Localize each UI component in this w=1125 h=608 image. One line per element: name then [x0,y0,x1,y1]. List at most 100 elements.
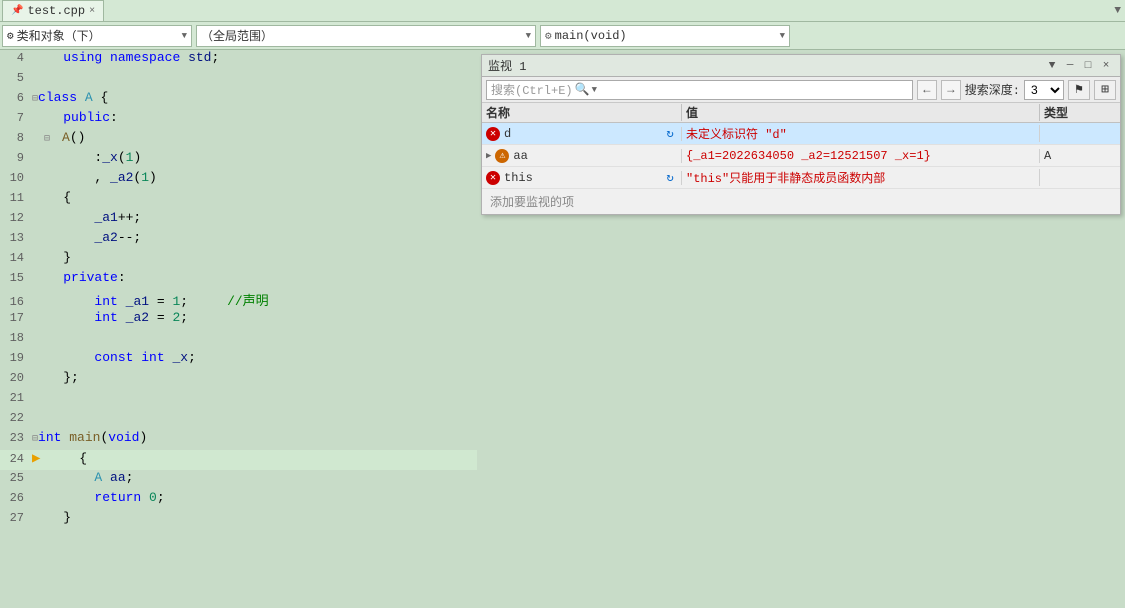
code-line-16[interactable]: 16 int _a1 = 1; //声明 [0,290,477,310]
line-number-12: 12 [0,211,32,225]
line-content-19: const int _x; [32,350,477,365]
col-type-header: 类型 [1040,104,1120,121]
refresh-icon-this[interactable]: ↻ [663,171,677,185]
watch-search-field[interactable]: 搜索(Ctrl+E) 🔍 ▼ [486,80,913,100]
line-number-27: 27 [0,511,32,525]
function-dropdown[interactable]: ⚙ main(void) ▼ [540,25,790,47]
error-icon-this: ✕ [486,171,500,185]
code-line-22[interactable]: 22 [0,410,477,430]
line-content-5 [32,70,477,85]
line-number-20: 20 [0,371,32,385]
scope-dropdown-label: （全局范围） [201,27,273,44]
class-dropdown-icon: ⚙ [7,29,14,43]
line-content-10: , _a2(1) [32,170,477,185]
class-dropdown[interactable]: ⚙ 类和对象（下） ▼ [2,25,192,47]
search-forward-btn[interactable]: → [941,80,961,100]
depth-select[interactable]: 3 1 2 4 5 [1024,80,1064,100]
line-content-17: int _a2 = 2; [32,310,477,325]
code-line-20[interactable]: 20 }; [0,370,477,390]
watch-panel: 监视 1 ▼ ─ □ × 搜索(Ctrl+E) 🔍 ▼ ← → 搜索深度: 3 … [481,54,1121,215]
code-line-18[interactable]: 18 [0,330,477,350]
watch-row-d[interactable]: ✕ d ↻ 未定义标识符 "d" [482,123,1120,145]
watch-btn-2[interactable]: ⊞ [1094,80,1116,100]
line-content-21 [32,390,477,405]
line-content-6: ⊟class A { [32,90,477,105]
code-line-7[interactable]: 7 public: [0,110,477,130]
line-content-25: A aa; [32,470,477,485]
class-dropdown-label: 类和对象（下） [17,27,101,44]
code-line-14[interactable]: 14 } [0,250,477,270]
code-lines: 4 using namespace std;5 6⊟class A {7 pub… [0,50,477,530]
refresh-icon-d[interactable]: ↻ [663,127,677,141]
watch-cell-name-this: ✕ this ↻ [482,171,682,185]
line-number-7: 7 [0,111,32,125]
watch-btn-1[interactable]: ⚑ [1068,80,1090,100]
line-content-18 [32,330,477,345]
function-dropdown-icon: ⚙ [545,29,552,43]
code-line-5[interactable]: 5 [0,70,477,90]
line-number-5: 5 [0,71,32,85]
watch-table: 名称 值 类型 ✕ d ↻ 未定义标识符 "d" ▶ ⚠ aa [482,103,1120,214]
code-line-15[interactable]: 15 private: [0,270,477,290]
watch-value-this: "this"只能用于非静态成员函数内部 [682,169,1040,186]
watch-title: 监视 1 [488,57,1042,74]
scope-dropdown-arrow: ▼ [526,31,531,41]
code-line-8[interactable]: 8 ⊟ A() [0,130,477,150]
tab-pin-icon: 📌 [11,5,23,17]
line-content-22 [32,410,477,425]
col-name-header: 名称 [482,104,682,121]
tab-bar-scroll[interactable]: ▼ [1114,5,1125,17]
code-line-10[interactable]: 10 , _a2(1) [0,170,477,190]
line-number-13: 13 [0,231,32,245]
toolbar-row: ⚙ 类和对象（下） ▼ （全局范围） ▼ ⚙ main(void) ▼ [0,22,1125,50]
code-line-13[interactable]: 13 _a2--; [0,230,477,250]
expand-icon-aa[interactable]: ▶ [486,151,491,161]
watch-type-aa: A [1040,149,1120,163]
watch-row-this[interactable]: ✕ this ↻ "this"只能用于非静态成员函数内部 [482,167,1120,189]
code-line-9[interactable]: 9 :_x(1) [0,150,477,170]
code-line-19[interactable]: 19 const int _x; [0,350,477,370]
line-number-14: 14 [0,251,32,265]
code-line-23[interactable]: 23⊟int main(void) [0,430,477,450]
code-line-26[interactable]: 26 return 0; [0,490,477,510]
watch-add-row[interactable]: 添加要监视的项 [482,189,1120,214]
scope-dropdown[interactable]: （全局范围） ▼ [196,25,536,47]
search-back-btn[interactable]: ← [917,80,937,100]
line-number-6: 6 [0,91,32,105]
line-content-23: ⊟int main(void) [32,430,477,445]
watch-name-d: d [504,127,511,141]
watch-maximize-btn[interactable]: □ [1080,58,1096,74]
tab-close-icon[interactable]: × [89,6,95,17]
tab-test-cpp[interactable]: 📌 test.cpp × [2,0,104,21]
code-line-6[interactable]: 6⊟class A { [0,90,477,110]
watch-title-bar: 监视 1 ▼ ─ □ × [482,55,1120,77]
line-content-16: int _a1 = 1; //声明 [32,290,477,309]
line-content-20: }; [32,370,477,385]
line-content-24: { [48,451,477,466]
code-line-21[interactable]: 21 [0,390,477,410]
line-number-16: 16 [0,295,32,309]
watch-row-aa[interactable]: ▶ ⚠ aa {_a1=2022634050 _a2=12521507 _x=1… [482,145,1120,167]
class-dropdown-arrow: ▼ [182,31,187,41]
code-line-4[interactable]: 4 using namespace std; [0,50,477,70]
line-content-12: _a1++; [32,210,477,225]
search-dropdown-icon[interactable]: ▼ [592,85,597,95]
line-number-21: 21 [0,391,32,405]
code-editor[interactable]: 4 using namespace std;5 6⊟class A {7 pub… [0,50,477,608]
watch-value-d: 未定义标识符 "d" [682,125,1040,142]
search-depth-label: 搜索深度: [965,81,1020,98]
watch-close-btn[interactable]: × [1098,58,1114,74]
code-line-27[interactable]: 27 } [0,510,477,530]
code-line-25[interactable]: 25 A aa; [0,470,477,490]
code-line-24[interactable]: 24▶ { [0,450,477,470]
code-line-17[interactable]: 17 int _a2 = 2; [0,310,477,330]
line-number-25: 25 [0,471,32,485]
search-icon: 🔍 [575,82,590,97]
tab-label: test.cpp [27,4,85,18]
line-number-22: 22 [0,411,32,425]
line-content-27: } [32,510,477,525]
watch-dropdown-btn[interactable]: ▼ [1044,58,1060,74]
code-line-12[interactable]: 12 _a1++; [0,210,477,230]
code-line-11[interactable]: 11 { [0,190,477,210]
watch-minimize-btn[interactable]: ─ [1062,58,1078,74]
